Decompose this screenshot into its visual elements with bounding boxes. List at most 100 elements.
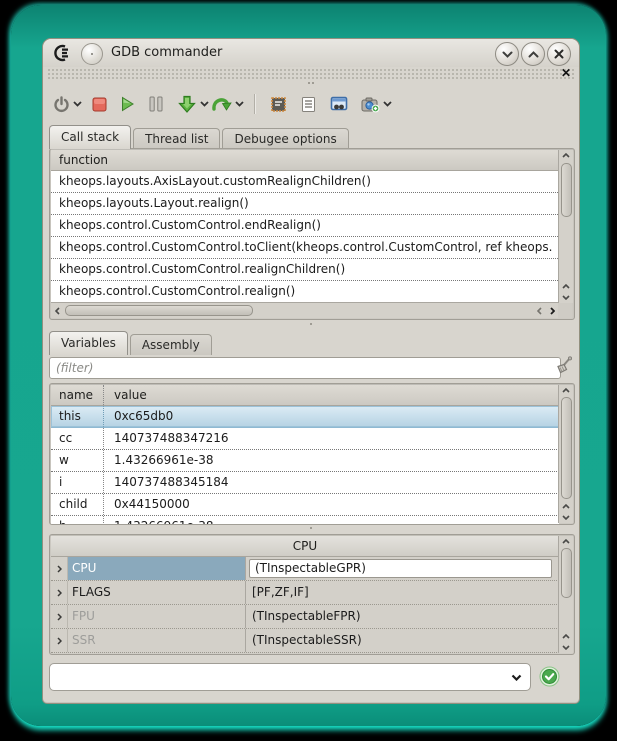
variable-row[interactable]: child0x44150000 [51,494,559,516]
titlebar[interactable]: GDB commander [43,39,579,67]
minimize-button[interactable] [495,42,519,66]
scroll-right-icon[interactable] [546,305,558,316]
expander-icon[interactable] [51,637,67,645]
cpu-view-button[interactable] [270,91,287,117]
variable-row[interactable]: i140737488345184 [51,472,559,494]
tab-call-stack[interactable]: Call stack [49,125,131,149]
debug-toolbar [53,88,394,120]
scrollbar-thumb[interactable] [561,548,572,598]
expander-icon[interactable] [51,613,67,621]
callstack-tabbar: Call stack Thread list Debugee options [49,125,351,149]
play-icon [120,96,135,112]
close-button[interactable] [547,42,571,66]
command-input[interactable] [56,665,500,689]
run-button[interactable] [120,91,135,117]
callstack-vscrollbar[interactable] [558,150,573,303]
column-value[interactable]: value [103,385,147,405]
power-icon [53,96,70,113]
dock-drag-handle[interactable] [47,68,575,80]
stop-icon [92,97,107,112]
scrollbar-thumb[interactable] [65,305,253,316]
expander-icon[interactable] [51,589,67,597]
output-list-button[interactable] [301,91,316,117]
app-logo-icon [53,44,75,65]
stop-button[interactable] [92,91,107,117]
chevron-down-icon [502,51,513,58]
check-circle-icon [539,666,560,687]
close-icon [554,49,564,59]
window-menu-button[interactable] [81,43,103,65]
scroll-down-icon[interactable] [559,642,573,653]
camera-add-icon [361,96,380,113]
scroll-up-icon[interactable] [559,501,573,512]
chevron-up-icon [528,51,539,58]
cpu-row-selected[interactable]: CPU (TInspectableGPR) [51,557,559,581]
tab-assembly[interactable]: Assembly [130,334,212,355]
callstack-column-header[interactable]: function [51,150,558,171]
send-command-button[interactable] [539,666,560,687]
power-menu-button[interactable] [70,91,84,117]
tab-variables[interactable]: Variables [49,331,128,355]
scroll-left-icon[interactable] [51,305,63,316]
scroll-up-icon[interactable] [559,385,573,396]
callstack-row[interactable]: kheops.layouts.AxisLayout.customRealignC… [51,171,558,193]
callstack-row[interactable]: kheops.control.CustomControl.endRealign(… [51,215,558,237]
chevron-down-icon [235,101,244,107]
splitter-handle[interactable] [43,323,579,329]
scroll-up-icon[interactable] [559,631,573,642]
snapshot-menu-button[interactable] [380,91,394,117]
inline-editor[interactable]: (TInspectableGPR) [249,559,552,578]
scroll-left-icon[interactable] [533,305,545,316]
column-name[interactable]: name [51,385,103,405]
splitter-handle[interactable] [43,527,579,533]
cpu-row[interactable]: FPU (TInspectableFPR) [51,605,559,629]
cpu-chip-icon [270,96,287,113]
filter-input[interactable] [49,357,561,379]
step-button[interactable] [177,91,197,117]
combo-dropdown-button[interactable] [506,668,526,686]
step-menu-button[interactable] [197,91,211,117]
chevron-down-icon [73,101,82,107]
expander-icon[interactable] [51,565,67,573]
callstack-row[interactable]: kheops.control.CustomControl.realignChil… [51,259,558,281]
tab-thread-list[interactable]: Thread list [133,128,220,149]
snapshot-button[interactable] [361,91,380,117]
window-title: GDB commander [111,39,222,67]
continue-button[interactable] [211,91,232,117]
step-over-icon [211,95,232,113]
clear-filter-button[interactable] [554,356,573,379]
chevron-down-icon [383,101,392,107]
scroll-up-icon[interactable] [559,150,573,161]
scroll-down-icon[interactable] [559,292,573,303]
callstack-row[interactable]: kheops.control.CustomControl.realign() [51,281,558,303]
cpu-row[interactable]: SSR (TInspectableSSR) [51,629,559,653]
dock-close-button[interactable]: ✕ [559,66,573,80]
pause-button[interactable] [149,91,163,117]
broom-icon [554,356,573,376]
power-button[interactable] [53,91,70,117]
variable-row-selected[interactable]: this0xc65db0 [51,406,559,428]
variable-row[interactable]: w1.43266961e-38 [51,450,559,472]
cpu-header[interactable]: CPU [51,536,559,557]
variables-vscrollbar[interactable] [558,385,573,523]
scroll-down-icon[interactable] [559,512,573,523]
callstack-row[interactable]: kheops.layouts.Layout.realign() [51,193,558,215]
tab-debugee-options[interactable]: Debugee options [222,128,348,149]
gdb-command-combobox[interactable] [49,663,531,691]
variable-row[interactable]: b1.43266961e-38 [51,516,559,525]
scrollbar-thumb[interactable] [561,397,572,499]
cpu-row[interactable]: FLAGS [PF,ZF,IF] [51,581,559,605]
callstack-row[interactable]: kheops.control.CustomControl.toClient(kh… [51,237,558,259]
watch-window-button[interactable] [330,91,348,117]
variables-header[interactable]: namevalue [51,385,559,406]
scroll-up-icon[interactable] [559,281,573,292]
cpu-panel: CPU CPU (TInspectableGPR) FLAGS [PF,ZF,I… [49,534,575,655]
continue-menu-button[interactable] [232,91,246,117]
callstack-hscrollbar[interactable] [51,302,558,318]
scrollbar-thumb[interactable] [561,163,572,217]
variable-row[interactable]: cc140737488347216 [51,428,559,450]
scroll-up-icon[interactable] [559,536,573,547]
cpu-vscrollbar[interactable] [558,536,573,653]
cpu-table: CPU CPU (TInspectableGPR) FLAGS [PF,ZF,I… [51,536,559,653]
maximize-button[interactable] [521,42,545,66]
